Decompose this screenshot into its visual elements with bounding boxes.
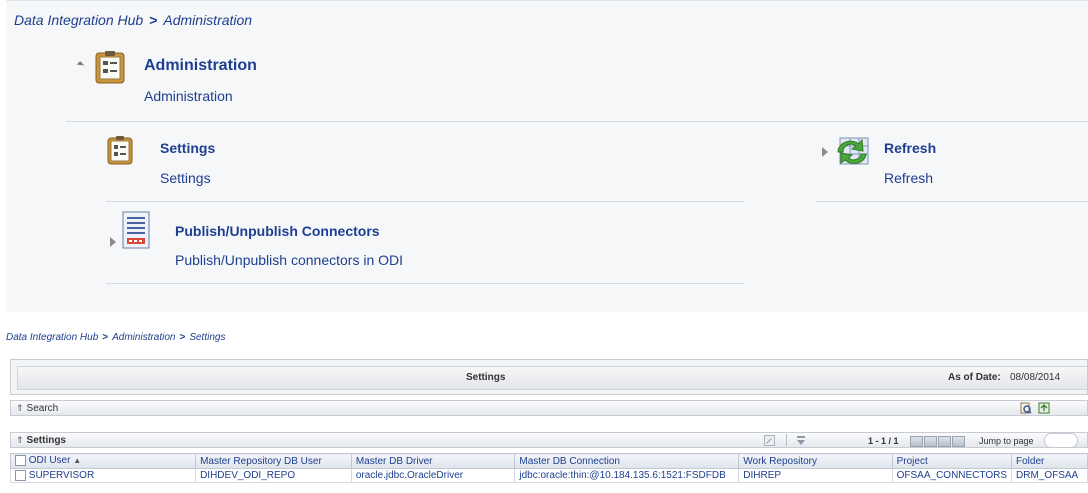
column-header-master-repo-db-user[interactable]: Master Repository DB User: [195, 453, 352, 469]
breadcrumb-root[interactable]: Data Integration Hub: [6, 332, 98, 343]
cell-odi-user[interactable]: SUPERVISOR: [9, 468, 197, 483]
first-page-icon[interactable]: [910, 436, 923, 448]
refresh-link[interactable]: Refresh: [884, 140, 936, 156]
collapse-icon: ⇑: [16, 403, 24, 413]
search-go-icon[interactable]: [1020, 402, 1032, 414]
admin-description: Administration: [144, 88, 233, 104]
divider: [66, 121, 1088, 122]
table-row[interactable]: SUPERVISOR DIHDEV_ODI_REPO oracle.jdbc.O…: [9, 468, 1088, 483]
breadcrumb-root[interactable]: Data Integration Hub: [14, 12, 143, 28]
clipboard-icon: [107, 136, 133, 165]
grid-label: Settings: [26, 435, 66, 446]
refresh-description: Refresh: [884, 170, 934, 186]
last-page-icon[interactable]: [952, 436, 965, 448]
cell-work-repository: DIHREP: [738, 468, 893, 483]
breadcrumb: Data Integration Hub > Administration > Sett…: [6, 332, 225, 343]
cell-master-db-connection: jdbc:oracle:thin:@10.184.135.6:1521:FSDF…: [514, 468, 740, 483]
column-header-project[interactable]: Project: [891, 453, 1013, 469]
breadcrumb-middle[interactable]: Administration: [112, 332, 175, 343]
admin-panel: [6, 0, 1088, 312]
toolbar-divider: [786, 434, 787, 446]
publish-connectors-description: Publish/Unpublish connectors in ODI: [175, 252, 404, 268]
jump-to-page-input[interactable]: [1044, 433, 1078, 448]
search-bar[interactable]: [10, 400, 1088, 416]
search-toggle[interactable]: ⇑ Search: [16, 403, 58, 414]
as-of-date-label: As of Date:: [948, 372, 1001, 383]
settings-table: ODI User ▲ Master Repository DB User Mas…: [9, 453, 1088, 483]
next-page-icon[interactable]: [938, 436, 951, 448]
breadcrumb-current: Settings: [189, 332, 226, 343]
breadcrumb: Data Integration Hub > Administration: [14, 12, 252, 28]
breadcrumb-separator: >: [179, 332, 186, 343]
document-list-icon: [122, 211, 150, 249]
breadcrumb-separator: >: [102, 332, 109, 343]
settings-header-title: Settings: [466, 372, 506, 383]
settings-description: Settings: [160, 170, 211, 186]
sort-ascending-icon: ▲: [73, 456, 82, 466]
column-header-master-db-driver[interactable]: Master DB Driver: [350, 453, 516, 469]
jump-to-page-label: Jump to page: [979, 436, 1034, 446]
cell-master-repo-db-user: DIHDEV_ODI_REPO: [195, 468, 352, 483]
select-all-checkbox[interactable]: [15, 455, 26, 467]
grid-toggle[interactable]: ⇑ Settings: [16, 435, 66, 446]
settings-header-panel: [10, 359, 1088, 395]
previous-page-icon[interactable]: [924, 436, 937, 448]
breadcrumb-current: Administration: [163, 12, 253, 28]
publish-connectors-link[interactable]: Publish/Unpublish Connectors: [175, 223, 380, 239]
column-header-label: ODI User: [28, 455, 71, 467]
cell-value: SUPERVISOR: [28, 470, 95, 482]
filter-icon[interactable]: [796, 435, 806, 446]
column-header-folder[interactable]: Folder: [1011, 453, 1088, 469]
expand-arrow-icon[interactable]: [110, 237, 116, 247]
divider: [106, 201, 744, 202]
row-checkbox[interactable]: [15, 469, 26, 481]
pager-controls: [910, 436, 966, 448]
column-header-work-repository[interactable]: Work Repository: [738, 453, 893, 469]
admin-title[interactable]: Administration: [144, 57, 257, 75]
edit-icon[interactable]: [764, 435, 775, 446]
collapse-icon: ⇑: [16, 435, 24, 445]
column-header-master-db-connection[interactable]: Master DB Connection: [514, 453, 740, 469]
column-header-odi-user[interactable]: ODI User ▲: [9, 453, 197, 469]
clipboard-icon: [95, 51, 125, 84]
search-label: Search: [26, 403, 59, 414]
cell-project: OFSAA_CONNECTORS: [891, 468, 1013, 483]
cell-folder: DRM_OFSAA: [1011, 468, 1088, 483]
reset-icon[interactable]: [1038, 402, 1050, 414]
cell-master-db-driver: oracle.jdbc.OracleDriver: [350, 468, 516, 483]
as-of-date-value: 08/08/2014: [1010, 372, 1061, 383]
breadcrumb-separator: >: [149, 12, 158, 28]
table-header-row: ODI User ▲ Master Repository DB User Mas…: [9, 453, 1088, 469]
refresh-table-icon: [837, 137, 869, 165]
pager-range: 1 - 1 / 1: [868, 436, 899, 446]
settings-header-bar: [17, 366, 1087, 390]
settings-link[interactable]: Settings: [160, 140, 215, 156]
divider: [816, 201, 1088, 202]
divider: [106, 283, 744, 284]
expand-arrow-icon[interactable]: [822, 147, 828, 157]
